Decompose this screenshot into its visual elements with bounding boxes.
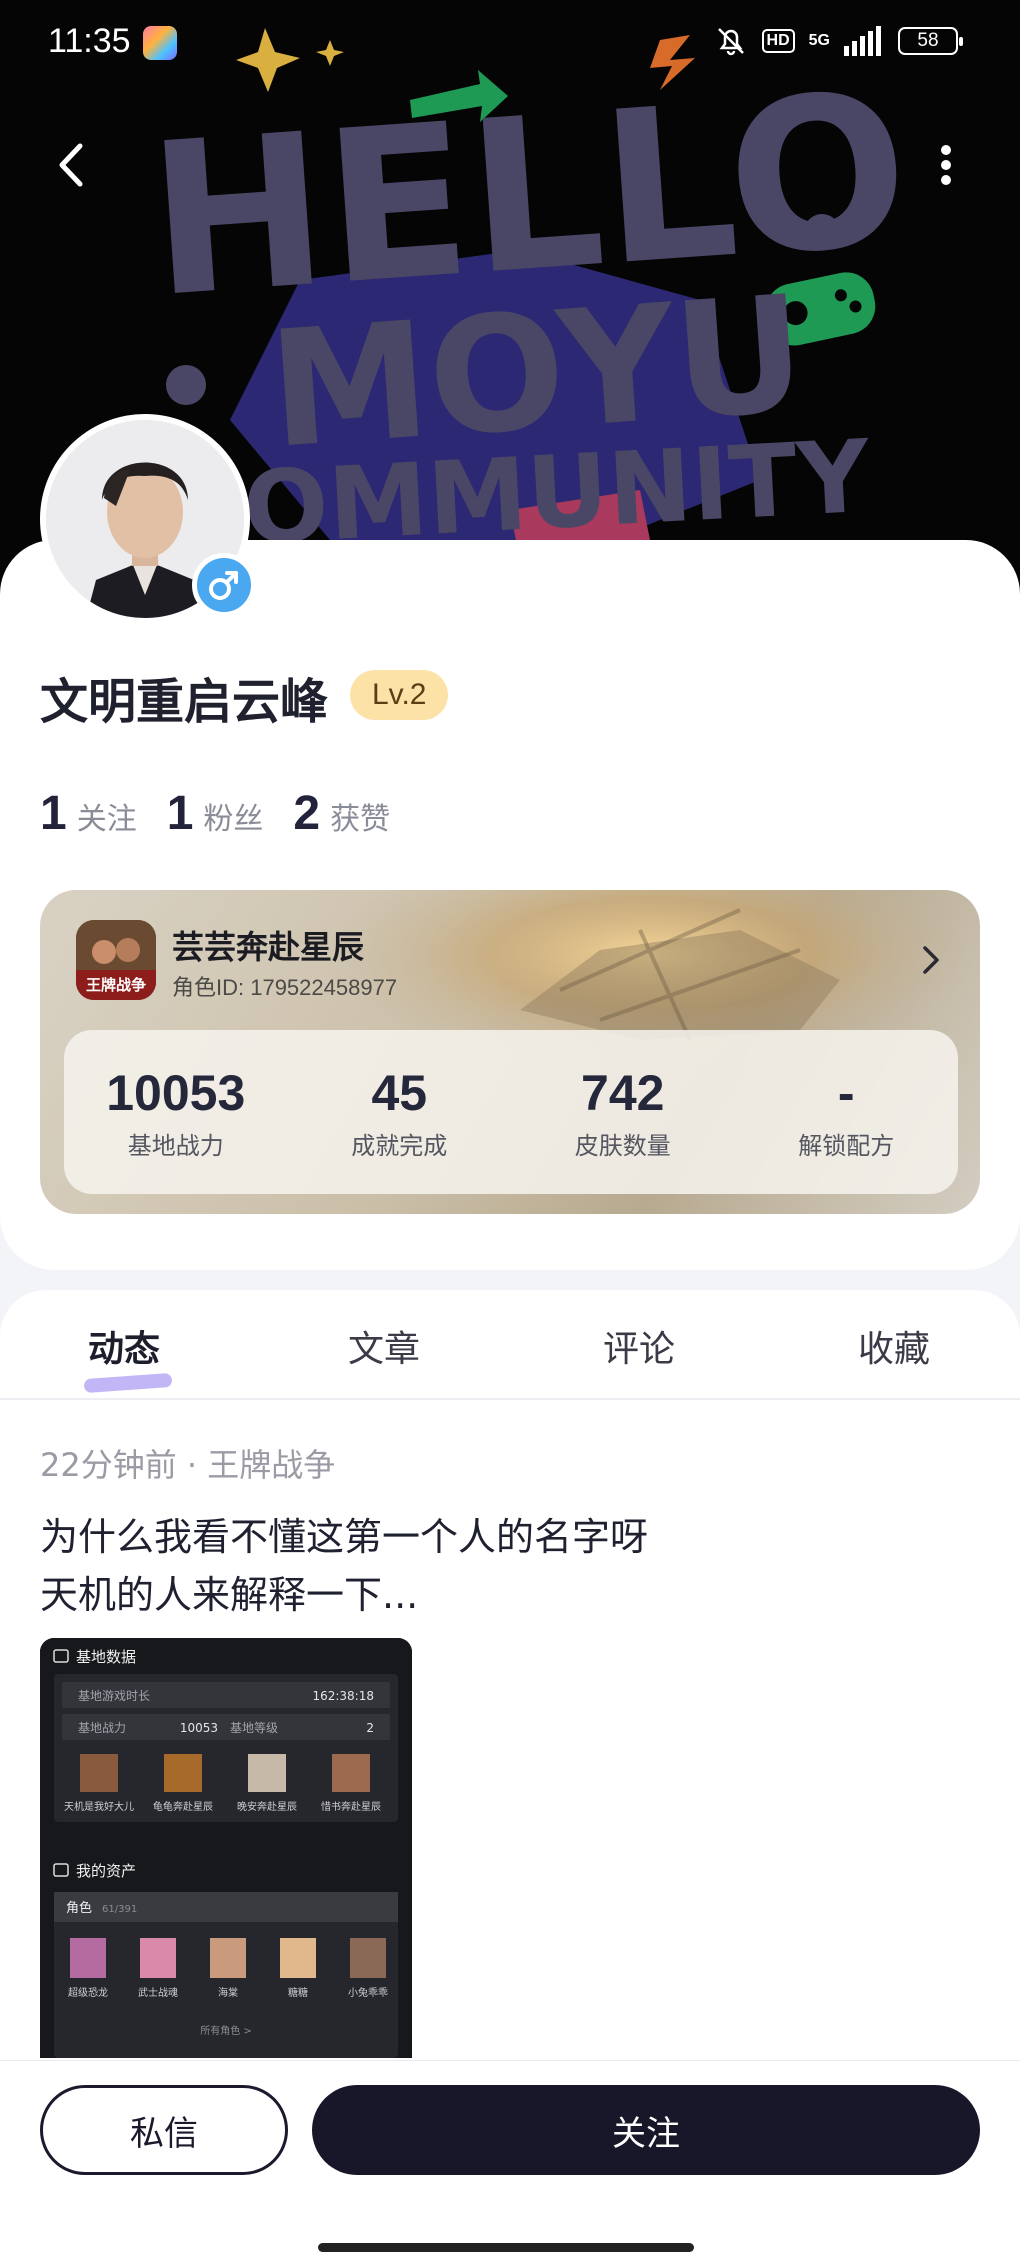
img-member-2: 龟龟奔赴星辰 [153,1800,213,1813]
skins-value: 742 [581,1064,665,1121]
post-image[interactable]: 基地数据 基地游戏时长 162:38:18 基地战力 10053 基地等级 2 … [40,1638,412,2058]
achievements-value: 45 [371,1064,428,1121]
img-member-3: 晚安奔赴星辰 [237,1800,297,1813]
achievements-label: 成就完成 [351,1131,448,1160]
tab-posts[interactable]: 动态 [88,1320,160,1372]
male-symbol-icon [209,571,238,600]
base-power-stat: 10053 基地战力 [64,1030,288,1194]
battery-icon: 58 [898,27,963,55]
post-text[interactable]: 为什么我看不懂这第一个人的名字呀 天机的人来解释一下... [40,1508,740,1624]
img-row2-value-b: 2 [366,1721,374,1735]
bottom-action-bar: 私信 关注 [0,2060,1020,2267]
status-bar: 11:35 HD 5G 58 [0,0,1020,90]
img-character-1: 超级恐龙 [68,1986,108,1999]
img-character-2: 武士战魂 [138,1986,178,1999]
recipes-label: 解锁配方 [798,1131,895,1160]
role-id: 角色ID: 179522458977 [172,975,398,1000]
img-section2-title: 我的资产 [76,1862,136,1880]
chevron-right-icon [923,946,939,974]
img-assets-count: 61/391 [102,1904,137,1915]
img-row2-value: 10053 [180,1721,218,1735]
img-member-1: 天机是我好大儿 [64,1800,134,1813]
followers-count: 1 [166,787,194,840]
achievements-stat: 45 成就完成 [288,1030,512,1194]
post-text-line-2: 天机的人来解释一下... [40,1573,419,1617]
tabs-divider [0,1398,1020,1400]
likes-label: 获赞 [330,802,391,837]
following-label: 关注 [76,802,137,837]
base-power-value: 10053 [106,1064,246,1121]
mute-bell-icon [717,28,744,56]
img-section1-title: 基地数据 [76,1648,136,1666]
gender-male-badge [192,553,256,617]
status-indicators: HD 5G 58 [714,24,963,58]
img-row1-label: 基地游戏时长 [78,1689,150,1703]
game-role-card[interactable]: 王牌战争 芸芸奔赴星辰 角色ID: 179522458977 10053 基地战… [40,890,980,1214]
img-character-3: 海棠 [218,1986,238,1999]
social-stats: 1 关注 1 粉丝 2 获赞 [40,786,420,841]
network-type: 5G [808,32,830,49]
username: 文明重启云峰 [40,674,329,730]
game-stats-panel: 10053 基地战力 45 成就完成 742 皮肤数量 - 解锁配方 [64,1030,958,1194]
app-notification-icon [143,26,177,60]
tab-articles[interactable]: 文章 [348,1320,420,1372]
recipes-stat: - 解锁配方 [735,1030,959,1194]
more-options-button[interactable] [920,138,972,192]
likes-count: 2 [293,787,321,840]
base-power-label: 基地战力 [127,1131,224,1160]
signal-icon [844,26,881,56]
post-text-line-1: 为什么我看不懂这第一个人的名字呀 [40,1515,649,1559]
img-row2-label: 基地战力 [78,1721,126,1735]
skins-stat: 742 皮肤数量 [511,1030,735,1194]
likes-stat: 2 获赞 [293,786,390,841]
recipes-value: - [837,1064,855,1121]
level-badge: Lv.2 [350,670,449,720]
skins-label: 皮肤数量 [574,1131,671,1160]
followers-stat[interactable]: 1 粉丝 [167,786,264,841]
img-row1-value: 162:38:18 [312,1689,374,1703]
post-meta: 22分钟前 · 王牌战争 [40,1446,336,1484]
img-character-4: 糖糖 [288,1986,308,1999]
following-stat[interactable]: 1 关注 [40,786,137,841]
img-character-5: 小兔乖乖 [348,1986,388,1999]
back-button[interactable] [52,138,92,192]
img-all-roles: 所有角色 > [200,2024,252,2037]
game-app-icon: 王牌战争 [76,920,156,1000]
game-icon-text: 王牌战争 [86,976,146,994]
status-time: 11:35 [48,22,131,60]
active-tab-indicator [83,1372,173,1394]
tab-favorites[interactable]: 收藏 [858,1320,930,1372]
post-screenshot: 基地数据 基地游戏时长 162:38:18 基地战力 10053 基地等级 2 … [40,1638,412,2058]
more-vertical-icon [941,145,951,185]
chevron-left-icon [59,143,83,187]
following-count: 1 [40,787,67,840]
follow-button[interactable]: 关注 [312,2085,980,2175]
img-assets-tab: 角色 [66,1900,92,1916]
tab-comments[interactable]: 评论 [603,1320,675,1372]
home-indicator[interactable] [318,2243,694,2252]
role-name: 芸芸奔赴星辰 [172,928,365,966]
followers-label: 粉丝 [203,802,264,837]
message-button[interactable]: 私信 [40,2085,288,2175]
content-tabs: 动态 文章 评论 收藏 [0,1320,1020,1400]
profile-page: HELLO MOYU COMMUNITY 11:35 HD 5G 58 文明重启… [0,0,1020,2267]
hd-badge: HD [761,29,795,53]
img-member-4: 惜书奔赴星辰 [321,1800,381,1813]
img-row2-label-b: 基地等级 [230,1721,278,1735]
